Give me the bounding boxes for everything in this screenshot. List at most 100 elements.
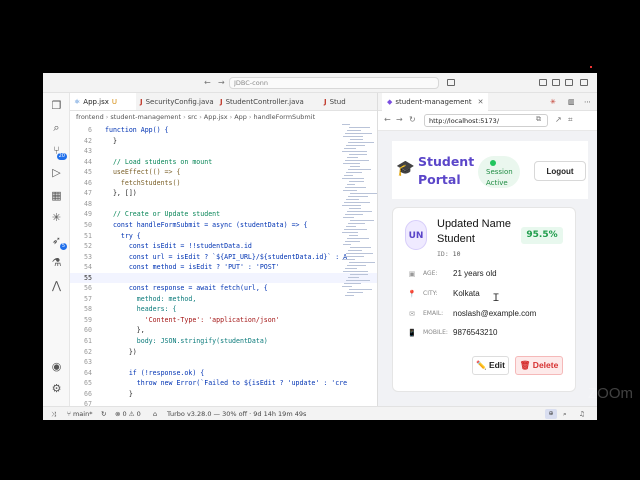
inspect-icon[interactable]: ⌗ xyxy=(568,115,573,125)
code-line[interactable]: 51 try { xyxy=(70,231,377,242)
code-line[interactable]: 53 const url = isEdit ? `${API_URL}/${st… xyxy=(70,252,377,263)
line-number: 62 xyxy=(84,347,92,356)
minimap-line xyxy=(350,274,368,275)
minimap-line xyxy=(344,256,364,257)
code-line[interactable]: 43 xyxy=(70,146,377,157)
split-editor-icon[interactable]: ▥ xyxy=(568,93,575,111)
code-line[interactable]: 58 headers: { xyxy=(70,304,377,315)
url-input[interactable] xyxy=(424,114,548,127)
code-line[interactable]: 66 } xyxy=(70,389,377,400)
browser-forward-icon[interactable]: → xyxy=(396,115,403,124)
simple-browser-panel: ◆student-management ✕ ✳ ▥ ⋯ ← → ↻ ⧉ ↗ ⌗ 🎓… xyxy=(377,93,597,406)
spark-icon[interactable]: ✳ xyxy=(550,93,556,111)
breadcrumb-item[interactable]: frontend xyxy=(76,113,104,121)
code-line[interactable]: 56 const response = await fetch(url, { xyxy=(70,283,377,294)
breadcrumb-item[interactable]: student-management xyxy=(110,113,181,121)
account-icon[interactable]: ◉ xyxy=(50,360,63,373)
code-line[interactable]: 46 fetchStudents() xyxy=(70,178,377,189)
source-control-icon[interactable]: ⑂ 20 xyxy=(50,144,67,160)
test-icon[interactable]: ⚗ xyxy=(50,256,63,269)
code-line[interactable]: 47 }, []) xyxy=(70,188,377,199)
close-icon[interactable]: ✕ xyxy=(478,98,484,106)
toggle-panel-icon[interactable] xyxy=(552,79,560,86)
notifications-icon[interactable]: ♫ xyxy=(579,407,585,420)
tab-stud[interactable]: J Stud xyxy=(320,93,377,110)
problems-indicator[interactable]: ⊗ 0 ⚠ 0 xyxy=(115,407,141,420)
zoom-icon[interactable]: ⊕ xyxy=(545,409,557,419)
code-editor[interactable]: 6 function App() {42 } 43 44 // Load studen… xyxy=(70,124,377,406)
code-text: if (!response.ok) { xyxy=(105,368,205,377)
minimap-line xyxy=(344,202,370,203)
minimap[interactable] xyxy=(340,124,377,304)
minimap-line xyxy=(342,178,364,179)
breadcrumb-item[interactable]: App.jsx xyxy=(204,113,228,121)
edit-button[interactable]: ✏️ Edit xyxy=(472,356,509,375)
sync-icon[interactable]: ↻ xyxy=(101,407,106,420)
code-line[interactable]: 54 const method = isEdit ? 'PUT' : 'POST… xyxy=(70,262,377,273)
settings-gear-icon[interactable]: ⚙ xyxy=(50,382,63,395)
code-line[interactable]: 52 const isEdit = !!studentData.id xyxy=(70,241,377,252)
turbo-status[interactable]: Turbo v3.28.0 — 30% off · 9d 14h 19m 49s xyxy=(167,407,306,420)
code-line[interactable]: 59 'Content-Type': 'application/json' xyxy=(70,315,377,326)
logout-button[interactable]: Logout xyxy=(534,161,586,181)
tab-app-jsx[interactable]: ⚛ App.jsx U xyxy=(70,93,136,110)
breadcrumb-item[interactable]: src xyxy=(188,113,198,121)
forward-arrow-icon[interactable]: → xyxy=(218,78,225,87)
minimap-line xyxy=(343,271,368,272)
minimap-line xyxy=(345,295,354,296)
tab-student-controller[interactable]: J StudentController.java xyxy=(216,93,320,110)
browser-tab[interactable]: ◆ student-management ✕ xyxy=(382,93,489,111)
deploy-icon[interactable]: ⋀ xyxy=(50,279,63,292)
browser-back-icon[interactable]: ← xyxy=(384,115,391,124)
code-line[interactable]: 45 useEffect(() => { xyxy=(70,167,377,178)
code-line[interactable]: 67 xyxy=(70,399,377,406)
code-line[interactable]: 57 method: method, xyxy=(70,294,377,305)
reload-icon[interactable]: ↻ xyxy=(409,115,416,124)
code-line[interactable]: 64 if (!response.ok) { xyxy=(70,368,377,379)
code-line[interactable]: 60 }, xyxy=(70,325,377,336)
git-branch[interactable]: ⑂ main* xyxy=(67,407,92,420)
code-line[interactable]: 44 // Load students on mount xyxy=(70,157,377,168)
student-card: UN Updated Name Student ID: 10 95.5% ✏️ … xyxy=(392,207,576,392)
code-line[interactable]: 42 } xyxy=(70,136,377,147)
minimap-line xyxy=(344,175,353,176)
rocket-icon[interactable]: ➶ 5 xyxy=(50,234,67,250)
code-line[interactable]: 49 // Create or Update student xyxy=(70,209,377,220)
toggle-secondary-sidebar-icon[interactable] xyxy=(565,79,573,86)
line-number: 58 xyxy=(84,305,92,314)
code-line[interactable]: 48 xyxy=(70,199,377,210)
breadcrumb-item[interactable]: App xyxy=(234,113,247,121)
files-icon[interactable]: ❐ xyxy=(50,99,63,112)
copilot-icon[interactable] xyxy=(447,79,455,86)
react-file-icon: ⚛ xyxy=(74,98,81,106)
detail-value: noslash@example.com xyxy=(453,309,537,318)
spark-icon[interactable]: ✳ xyxy=(50,211,63,224)
bell-icon[interactable]: ⌂ xyxy=(153,407,157,420)
remote-icon[interactable]: ⤨ xyxy=(51,407,56,420)
code-line[interactable]: 62 }) xyxy=(70,347,377,358)
minimap-line xyxy=(345,160,369,161)
search-icon[interactable]: ⌕ xyxy=(50,121,63,134)
code-line[interactable]: 63 xyxy=(70,357,377,368)
more-actions-icon[interactable]: ⋯ xyxy=(584,93,591,111)
run-debug-icon[interactable]: ▷ xyxy=(50,166,63,179)
session-text: Session xyxy=(486,168,513,176)
code-line[interactable]: 55 xyxy=(70,272,377,284)
code-line[interactable]: 61 body: JSON.stringify(studentData) xyxy=(70,336,377,347)
breadcrumb-item[interactable]: handleFormSubmit xyxy=(254,113,316,121)
code-line[interactable]: 6 function App() { xyxy=(70,125,377,136)
minimap-line xyxy=(348,277,359,278)
search-icon[interactable]: ⌕ xyxy=(563,407,567,420)
toggle-sidebar-icon[interactable] xyxy=(539,79,547,86)
code-line[interactable]: 65 throw new Error(`Failed to ${isEdit ?… xyxy=(70,378,377,389)
open-external-icon[interactable]: ⧉ xyxy=(536,115,541,124)
external-link-icon[interactable]: ↗ xyxy=(555,115,562,124)
tab-security-config[interactable]: J SecurityConfig.java xyxy=(136,93,216,110)
portal-title: Student Portal xyxy=(418,154,475,187)
command-center-search[interactable] xyxy=(229,77,439,89)
code-line[interactable]: 50 const handleFormSubmit = async (stude… xyxy=(70,220,377,231)
delete-button[interactable]: 🗑 Delete xyxy=(515,356,563,375)
back-arrow-icon[interactable]: ← xyxy=(204,78,211,87)
layout-icon[interactable] xyxy=(580,79,588,86)
extensions-icon[interactable]: ▦ xyxy=(50,189,63,202)
